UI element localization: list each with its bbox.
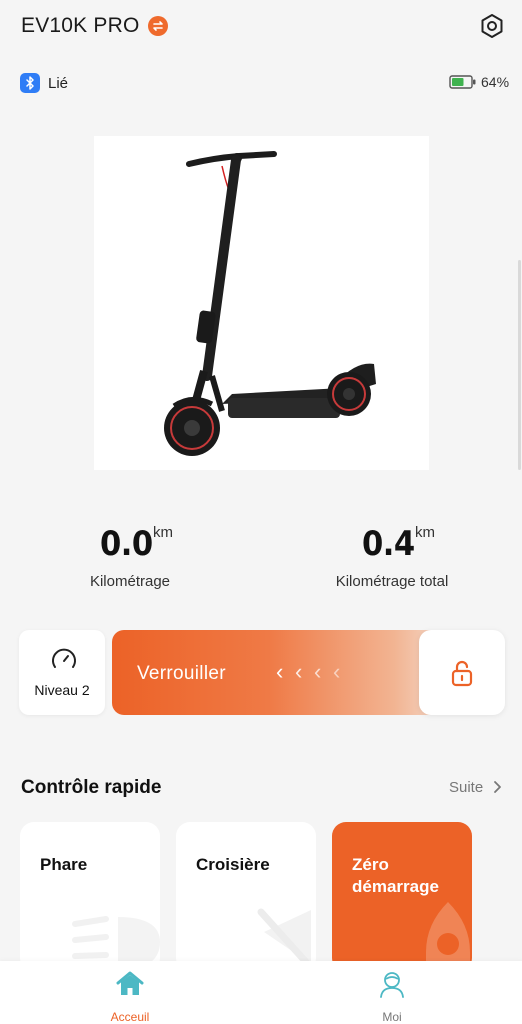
swap-icon[interactable] [148, 16, 168, 36]
quick-card-title: Croisière [196, 855, 270, 874]
trip-distance-label: Kilométrage [89, 573, 171, 590]
top-bar: EV10K PRO [0, 0, 522, 56]
chevron-left-icon: ‹ [314, 659, 322, 684]
speed-level-label: Niveau 2 [34, 682, 90, 698]
total-distance-unit: km [415, 524, 435, 541]
nav-home-label: Acceuil [110, 1010, 150, 1024]
status-row: Lié 64% [0, 70, 522, 98]
total-distance: 0.4 km Kilométrage total [292, 520, 492, 590]
lock-label: Verrouiller [137, 663, 226, 684]
quick-card-title: Zéro démarrage [352, 855, 439, 896]
battery-icon [449, 74, 477, 90]
bottom-nav: Acceuil Moi [0, 961, 522, 1024]
device-title[interactable]: EV10K PRO [21, 14, 140, 38]
chevron-right-icon[interactable] [492, 778, 504, 796]
unlock-icon[interactable] [419, 630, 505, 715]
speed-level-button[interactable]: Niveau 2 [19, 630, 105, 715]
total-distance-value: 0.4 [362, 524, 415, 564]
bluetooth-icon [20, 73, 40, 93]
home-icon [116, 971, 144, 995]
quick-card-zero-start[interactable]: Zéro démarrage [332, 822, 472, 972]
chevron-left-icon: ‹ [276, 659, 284, 684]
scrollbar[interactable] [518, 260, 521, 470]
scooter-image [94, 136, 429, 470]
nav-item-home[interactable]: Acceuil [80, 967, 180, 1024]
quick-card-headlight[interactable]: Phare [20, 822, 160, 972]
settings-icon[interactable] [478, 12, 506, 40]
profile-icon [380, 972, 404, 998]
quick-card-title: Phare [40, 855, 88, 874]
chevron-left-icon: ‹ [333, 659, 341, 684]
quick-card-cruise[interactable]: Croisière [176, 822, 316, 972]
battery-percent: 64% [481, 74, 510, 90]
speedometer-icon [50, 647, 78, 671]
connection-status: Lié [48, 75, 69, 92]
total-distance-label: Kilométrage total [335, 573, 449, 590]
quick-control-title: Contrôle rapide [21, 777, 162, 798]
nav-item-profile[interactable]: Moi [342, 967, 442, 1024]
trip-distance-unit: km [153, 524, 173, 541]
trip-distance: 0.0 km Kilométrage [30, 520, 230, 590]
nav-profile-label: Moi [382, 1010, 402, 1024]
trip-distance-value: 0.0 [100, 524, 153, 564]
chevron-left-icon: ‹ [295, 659, 303, 684]
quick-control-more[interactable]: Suite [449, 779, 483, 796]
